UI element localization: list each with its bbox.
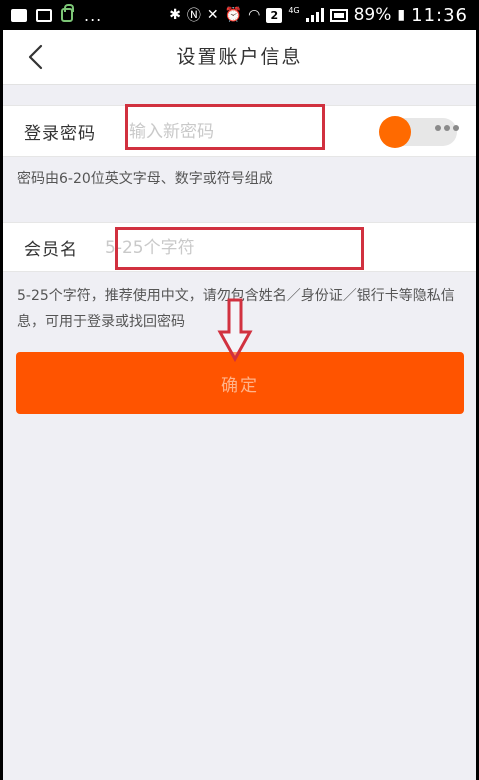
nav-bar: 设置账户信息	[3, 30, 476, 85]
alarm-icon: ⏰	[224, 7, 243, 23]
hidden-dots-icon	[435, 125, 459, 131]
network-type: 4G	[288, 5, 300, 15]
password-row: 登录密码	[3, 105, 476, 157]
more-notifications-indicator: ...	[84, 5, 103, 25]
charging-icon: ▮	[397, 7, 406, 23]
sim-badge: 2	[266, 7, 283, 23]
battery-icon	[329, 8, 348, 22]
password-label: 登录密码	[24, 123, 96, 144]
message-notification-icon	[36, 8, 52, 22]
status-left: ...	[3, 4, 103, 25]
password-input[interactable]	[129, 118, 324, 146]
screen: ... ✱ Ⓝ ✕ ⏰ ◠ 2 4G 89% ▮ 11:36 设置账户信息 登录…	[0, 0, 479, 780]
status-right: ✱ Ⓝ ✕ ⏰ ◠ 2 4G 89% ▮ 11:36	[169, 0, 468, 30]
back-button[interactable]	[19, 40, 53, 74]
confirm-button[interactable]: 确定	[16, 352, 464, 414]
mute-icon: ✕	[206, 7, 219, 23]
chevron-left-icon	[28, 44, 43, 70]
clock: 11:36	[411, 4, 468, 26]
wifi-icon: ◠	[248, 7, 261, 23]
image-notification-icon	[11, 8, 27, 22]
signal-icon	[305, 8, 324, 22]
password-visibility-toggle[interactable]	[379, 116, 459, 148]
app-screen: ... ✱ Ⓝ ✕ ⏰ ◠ 2 4G 89% ▮ 11:36 设置账户信息 登录…	[3, 0, 476, 780]
page-title: 设置账户信息	[176, 46, 303, 68]
status-bar: ... ✱ Ⓝ ✕ ⏰ ◠ 2 4G 89% ▮ 11:36	[3, 0, 476, 30]
member-name-row: 会员名	[3, 222, 476, 272]
member-name-hint: 5-25个字符，推荐使用中文，请勿包含姓名／身份证／银行卡等隐私信息，可用于登录…	[17, 288, 455, 330]
nfc-icon: Ⓝ	[186, 8, 201, 24]
member-name-input[interactable]	[105, 234, 360, 262]
member-name-label: 会员名	[24, 239, 78, 260]
bluetooth-icon: ✱	[169, 7, 181, 23]
password-hint: 密码由6-20位英文字母、数字或符号组成	[17, 171, 273, 187]
lock-notification-icon	[61, 4, 74, 22]
battery-percent: 89%	[353, 5, 392, 25]
toggle-knob	[379, 116, 411, 148]
